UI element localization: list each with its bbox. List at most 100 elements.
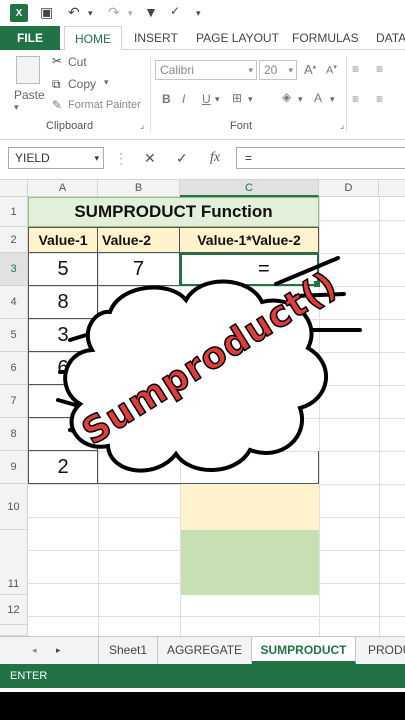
cancel-icon[interactable]: ✕ — [144, 147, 156, 169]
paste-icon[interactable] — [16, 56, 40, 84]
row-header-10[interactable]: 10 — [0, 484, 28, 530]
borders-dropdown-icon[interactable]: ▾ — [248, 94, 253, 105]
font-size-select[interactable]: 20 ▾ — [259, 60, 297, 80]
align-left-icon[interactable]: ≡ — [352, 92, 359, 106]
increase-font-icon[interactable]: A▴ — [304, 62, 316, 77]
align-middle-icon[interactable]: ≡ — [376, 62, 383, 76]
font-launcher-icon[interactable]: ⌟ — [340, 120, 344, 131]
row-header-11[interactable]: 11 — [0, 530, 28, 595]
enter-icon[interactable]: ✓ — [176, 147, 188, 169]
undo-icon[interactable]: ↶ — [68, 4, 80, 21]
row-header-5[interactable]: 5 — [0, 319, 28, 352]
chevron-down-icon: ▾ — [94, 153, 99, 163]
header-value-2[interactable]: Value-2 — [98, 227, 180, 253]
filter-icon[interactable]: ▼ — [144, 4, 158, 20]
cell-a9[interactable]: 2 — [28, 451, 98, 484]
underline-dropdown-icon[interactable]: ▾ — [215, 94, 220, 105]
fill-dropdown-icon[interactable]: ▾ — [298, 94, 303, 105]
cell-a5[interactable]: 3 — [28, 319, 98, 352]
redo-dropdown-icon[interactable]: ▾ — [128, 8, 133, 19]
insert-function-icon[interactable]: fx — [210, 147, 220, 169]
format-painter-icon: ✎ — [52, 98, 63, 112]
font-color-dropdown-icon[interactable]: ▾ — [330, 94, 335, 105]
sheet-tab-sumproduct[interactable]: SUMPRODUCT — [252, 637, 356, 664]
header-value-1[interactable]: Value-1 — [28, 227, 98, 253]
clipboard-launcher-icon[interactable]: ⌟ — [140, 120, 144, 131]
copy-icon: ⧉ — [52, 77, 61, 91]
align-top-icon[interactable]: ≡ — [352, 62, 359, 76]
row-header-13[interactable] — [0, 625, 28, 636]
row-header-4[interactable]: 4 — [0, 286, 28, 319]
worksheet-grid[interactable]: A B C D 1 2 3 4 5 6 7 8 9 10 11 12 SUMPR… — [0, 180, 405, 636]
formula-input[interactable]: = — [236, 147, 405, 169]
sheet-tab-sheet1[interactable]: Sheet1 — [98, 637, 158, 664]
font-color-icon[interactable]: A — [314, 91, 322, 105]
more-icon: ⋮ — [114, 150, 128, 166]
name-box[interactable]: YIELD ▾ — [8, 147, 104, 169]
row-header-8[interactable]: 8 — [0, 418, 28, 451]
row-header-7[interactable]: 7 — [0, 385, 28, 418]
cell-b9-c9[interactable] — [98, 451, 319, 484]
tab-formulas[interactable]: FORMULAS — [292, 26, 359, 50]
font-size-value: 20 — [264, 63, 278, 77]
column-header-c[interactable]: C — [180, 180, 319, 197]
cell-a3[interactable]: 5 — [28, 253, 98, 286]
quick-access-toolbar: X ▣ ↶ ▾ ↷ ▾ ▼ ✓ ▾ — [0, 0, 405, 26]
underline-button[interactable]: U — [202, 92, 211, 106]
undo-dropdown-icon[interactable]: ▾ — [88, 8, 93, 19]
tab-insert[interactable]: INSERT — [134, 26, 178, 50]
font-group-label: Font — [230, 120, 253, 132]
column-header-e[interactable] — [379, 180, 405, 197]
tab-page-layout[interactable]: PAGE LAYOUT — [196, 26, 279, 50]
cell-b3[interactable]: 7 — [98, 253, 180, 286]
cell-a6[interactable]: 6 — [28, 352, 98, 385]
cell-c10[interactable] — [181, 484, 319, 530]
scroll-left-icon[interactable]: ◂ — [32, 645, 37, 656]
cell-a4[interactable]: 8 — [28, 286, 98, 319]
tab-data[interactable]: DATA — [376, 26, 405, 50]
header-product[interactable]: Value-1*Value-2 — [180, 227, 319, 253]
italic-button[interactable]: I — [182, 92, 185, 106]
cell-c11[interactable] — [181, 530, 319, 595]
fill-color-icon[interactable]: ◈ — [282, 90, 291, 104]
group-divider — [346, 56, 347, 132]
sheet-tab-produ[interactable]: PRODU — [356, 637, 405, 664]
cut-button[interactable]: Cut — [68, 55, 87, 69]
tab-home[interactable]: HOME — [64, 26, 122, 51]
font-name-value: Calibri — [160, 63, 195, 77]
copy-button[interactable]: Copy — [68, 77, 96, 91]
select-all-corner[interactable] — [0, 180, 28, 197]
status-strip — [50, 688, 405, 692]
column-header-d[interactable]: D — [319, 180, 379, 197]
borders-icon[interactable]: ⊞ — [232, 91, 242, 105]
sheet-tab-aggregate[interactable]: AGGREGATE — [158, 637, 252, 664]
row-header-6[interactable]: 6 — [0, 352, 28, 385]
sheet-tab-bar: ◂ ▸ Sheet1 AGGREGATE SUMPRODUCT PRODU — [0, 636, 405, 664]
column-header-a[interactable]: A — [28, 180, 98, 197]
group-divider — [150, 56, 151, 132]
paste-button[interactable]: Paste — [14, 88, 45, 102]
tab-file[interactable]: FILE — [0, 26, 60, 50]
font-name-select[interactable]: Calibri ▾ — [155, 60, 257, 80]
spelling-icon[interactable]: ✓ — [170, 4, 180, 18]
bold-button[interactable]: B — [162, 92, 171, 106]
ribbon-tabs: FILE HOME INSERT PAGE LAYOUT FORMULAS DA… — [0, 26, 405, 51]
align-center-icon[interactable]: ≡ — [376, 92, 383, 106]
row-header-1[interactable]: 1 — [0, 197, 28, 227]
row-header-9[interactable]: 9 — [0, 451, 28, 484]
row-header-12[interactable]: 12 — [0, 595, 28, 625]
title-cell[interactable]: SUMPRODUCT Function — [28, 197, 319, 227]
column-header-b[interactable]: B — [98, 180, 180, 197]
copy-dropdown-icon[interactable]: ▾ — [104, 77, 109, 88]
redo-icon[interactable]: ↷ — [108, 4, 120, 21]
cut-icon: ✂ — [52, 54, 63, 68]
paste-dropdown-icon[interactable]: ▾ — [14, 102, 19, 113]
scroll-right-icon[interactable]: ▸ — [56, 645, 61, 656]
grid-line — [319, 197, 320, 636]
row-header-2[interactable]: 2 — [0, 227, 28, 253]
decrease-font-icon[interactable]: A▾ — [326, 63, 337, 77]
save-icon[interactable]: ▣ — [40, 4, 53, 21]
row-header-3[interactable]: 3 — [0, 253, 28, 286]
format-painter-button[interactable]: Format Painter — [68, 99, 141, 111]
customize-toolbar-icon[interactable]: ▾ — [196, 8, 201, 19]
